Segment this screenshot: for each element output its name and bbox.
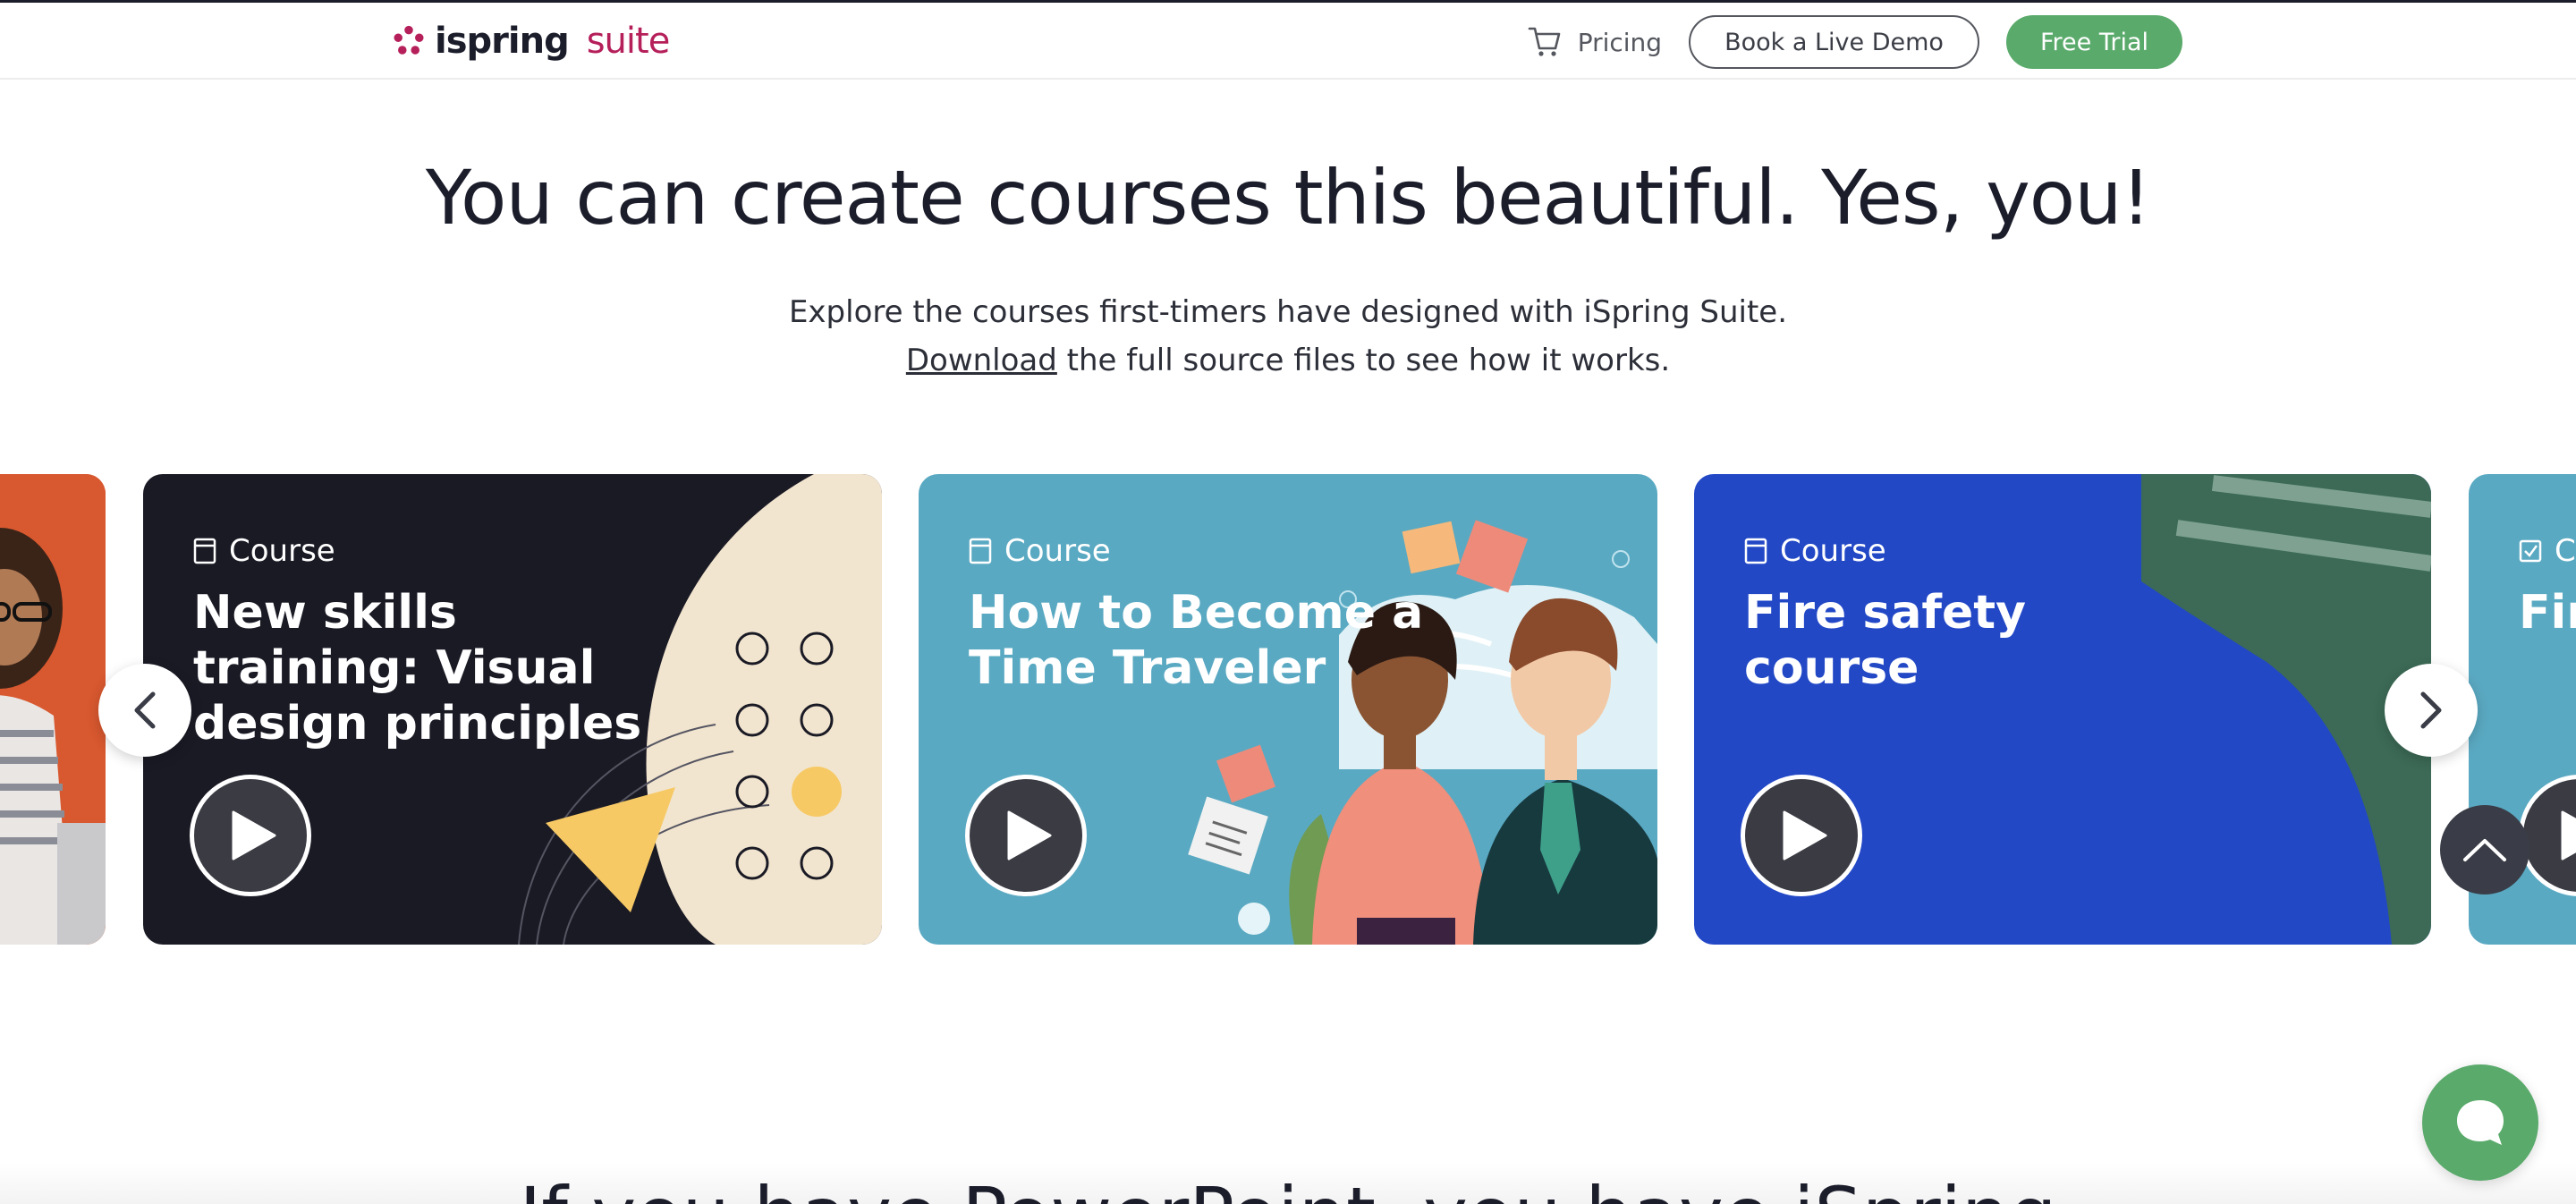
- play-icon: [2561, 810, 2576, 861]
- chevron-up-icon: [2463, 839, 2506, 861]
- cart-icon: [1528, 27, 1560, 56]
- book-icon: [193, 538, 216, 564]
- card-type-label: Course: [193, 533, 335, 569]
- pricing-link[interactable]: Pricing: [1528, 26, 1662, 58]
- card-title: Fir: [2519, 586, 2576, 640]
- top-nav: Pricing Book a Live Demo Free Trial: [1528, 15, 2182, 69]
- pricing-label: Pricing: [1577, 27, 1663, 57]
- book-demo-button[interactable]: Book a Live Demo: [1689, 15, 1979, 69]
- course-card-fire-safety[interactable]: "290" width="130" height="236" fill="#d8…: [1694, 474, 2431, 945]
- play-icon: [232, 810, 276, 861]
- hero-subtitle-line2: the full source files to see how it work…: [1056, 343, 1671, 378]
- card-title: Fire safety course: [1744, 586, 2027, 695]
- chevron-right-icon: [2420, 691, 2442, 729]
- card-title: How to Become a Time Traveler: [969, 586, 1424, 695]
- course-card-time-traveler[interactable]: Course How to Become a Time Traveler: [919, 474, 1657, 945]
- play-button[interactable]: [1741, 775, 1862, 896]
- card-type-label: Course: [1744, 533, 1886, 569]
- hero-subtitle-line1: Explore the courses first-timers have de…: [788, 294, 1788, 330]
- logo-name: ispring: [435, 21, 570, 62]
- chevron-left-icon: [134, 691, 156, 729]
- hero-subtitle: Explore the courses first-timers have de…: [0, 288, 2576, 385]
- course-carousel: Course New skills training: Visual desig…: [0, 474, 2576, 945]
- card-type-label: Course: [969, 533, 1111, 569]
- hero-title: You can create courses this beautiful. Y…: [425, 154, 2151, 242]
- carousel-next-button[interactable]: [2385, 664, 2478, 757]
- woman-photo-image: [0, 474, 106, 945]
- next-section-heading-text: If you have PowerPoint, you have iSpring: [519, 1177, 2056, 1204]
- card-type-label: C: [2519, 533, 2576, 569]
- card-type-text: Course: [229, 533, 335, 569]
- chat-bubble-icon: [2457, 1100, 2504, 1145]
- book-icon: [1744, 538, 1767, 564]
- scroll-to-top-button[interactable]: [2440, 805, 2529, 895]
- ispring-suite-logo[interactable]: ispring suite: [392, 19, 671, 64]
- play-icon: [1007, 810, 1052, 861]
- play-button[interactable]: [190, 775, 311, 896]
- card-title: New skills training: Visual design princ…: [193, 586, 642, 750]
- card-type-text: C: [2555, 533, 2576, 569]
- card-type-text: Course: [1780, 533, 1886, 569]
- ispring-flower-icon: [394, 25, 424, 55]
- book-icon: [969, 538, 992, 564]
- card-type-text: Course: [1004, 533, 1111, 569]
- play-button[interactable]: [965, 775, 1087, 896]
- course-card-visual-design[interactable]: Course New skills training: Visual desig…: [143, 474, 882, 945]
- site-header: ispring suite Pricing Book a Live Demo F…: [0, 3, 2576, 80]
- play-icon: [1783, 810, 1827, 861]
- next-section-heading: If you have PowerPoint, you have iSpring: [0, 1177, 2576, 1204]
- download-link[interactable]: Download: [906, 343, 1057, 378]
- carousel-prev-button[interactable]: [98, 664, 191, 757]
- course-card-previous[interactable]: [0, 474, 106, 945]
- checkbox-icon: [2519, 539, 2542, 563]
- free-trial-button[interactable]: Free Trial: [2005, 15, 2182, 69]
- chat-button[interactable]: [2422, 1064, 2538, 1181]
- logo-suite: suite: [586, 21, 671, 62]
